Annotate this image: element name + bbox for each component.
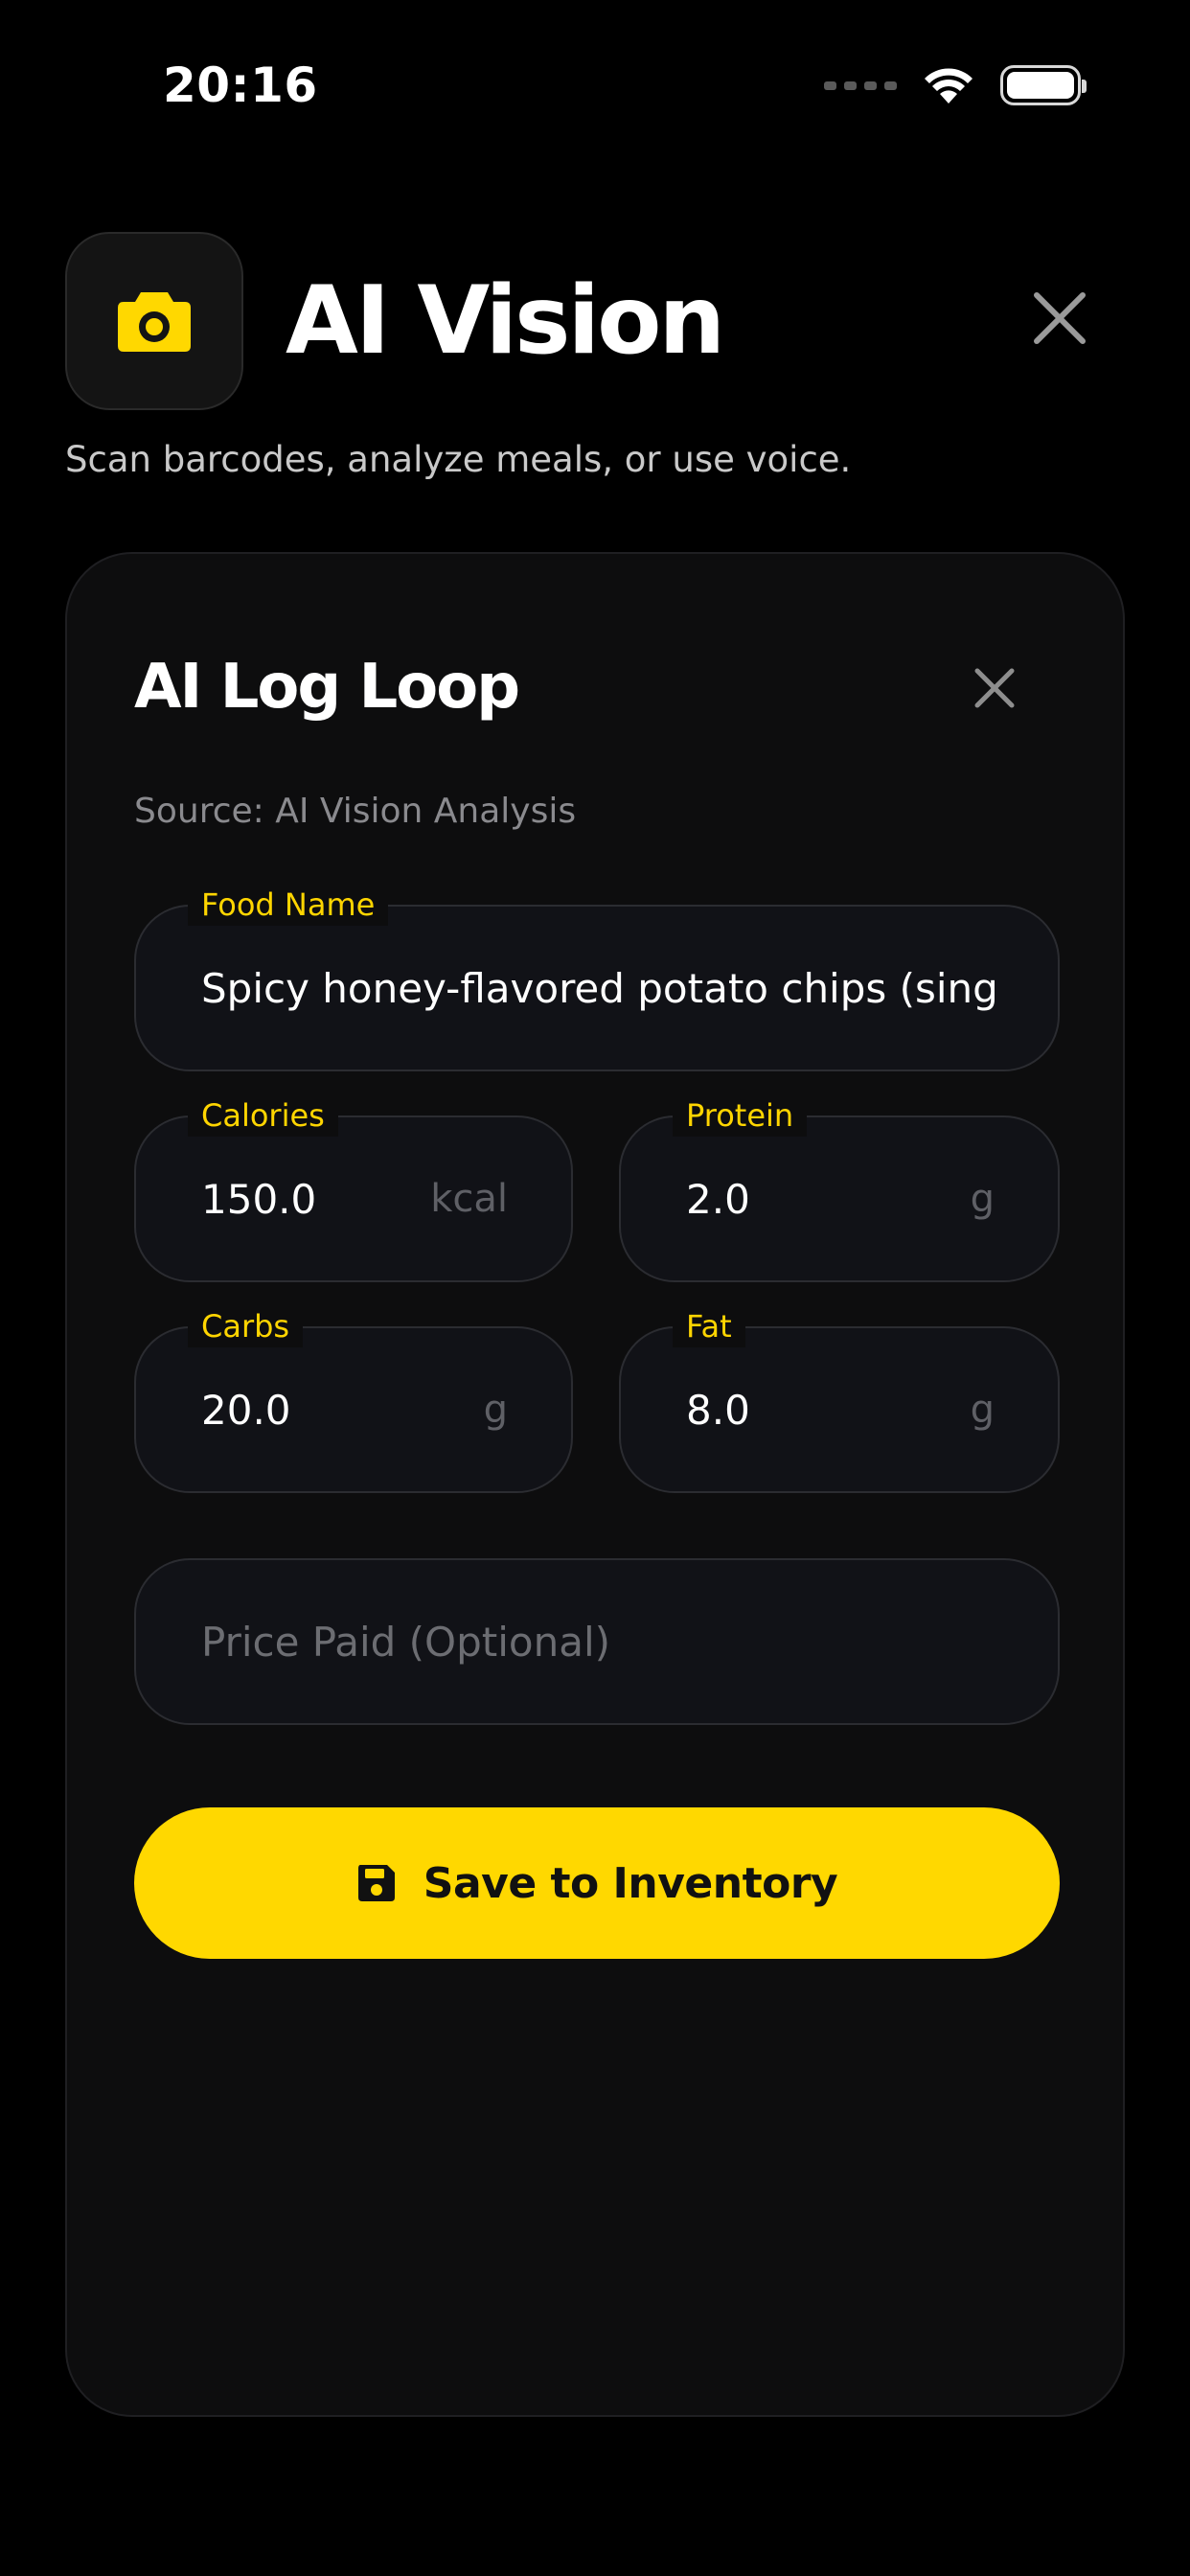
wifi-icon [925, 68, 973, 104]
log-card: AI Log Loop Source: AI Vision Analysis F… [65, 552, 1125, 2417]
calories-value: 150.0 [201, 1175, 317, 1223]
food-name-value: Spicy honey-flavored potato chips (singl… [201, 964, 996, 1012]
carbs-field[interactable]: Carbs 20.0 g [134, 1305, 573, 1493]
save-button-label: Save to Inventory [423, 1858, 838, 1908]
protein-unit: g [970, 1177, 995, 1221]
fat-unit: g [970, 1388, 995, 1432]
fat-value: 8.0 [686, 1386, 750, 1434]
close-icon [974, 668, 1015, 708]
calories-unit: kcal [430, 1177, 508, 1221]
floppy-disk-icon [357, 1865, 395, 1901]
card-close-button[interactable] [968, 661, 1021, 715]
status-time: 20:16 [163, 58, 318, 113]
screen: 20:16 AI Vision Scan barcodes, analyze m… [0, 0, 1190, 2576]
protein-value: 2.0 [686, 1175, 750, 1223]
protein-field[interactable]: Protein 2.0 g [619, 1094, 1060, 1282]
page-title: AI Vision [286, 266, 725, 376]
app-icon [65, 232, 243, 410]
price-field[interactable]: Price Paid (Optional) [134, 1558, 1060, 1725]
calories-field[interactable]: Calories 150.0 kcal [134, 1094, 573, 1282]
camera-icon [118, 292, 191, 352]
close-icon [1034, 292, 1086, 344]
carbs-unit: g [483, 1388, 508, 1432]
source-text: Source: AI Vision Analysis [134, 792, 577, 831]
signal-icon [824, 80, 897, 90]
price-placeholder: Price Paid (Optional) [201, 1618, 611, 1666]
food-name-field[interactable]: Food Name Spicy honey-flavored potato ch… [134, 884, 1060, 1071]
card-title: AI Log Loop [134, 652, 520, 723]
save-to-inventory-button[interactable]: Save to Inventory [134, 1807, 1060, 1959]
carbs-value: 20.0 [201, 1386, 291, 1434]
status-icons [824, 65, 1087, 105]
fat-field[interactable]: Fat 8.0 g [619, 1305, 1060, 1493]
header-close-button[interactable] [1029, 288, 1090, 349]
battery-icon [1000, 65, 1087, 105]
page-subtitle: Scan barcodes, analyze meals, or use voi… [65, 439, 852, 480]
